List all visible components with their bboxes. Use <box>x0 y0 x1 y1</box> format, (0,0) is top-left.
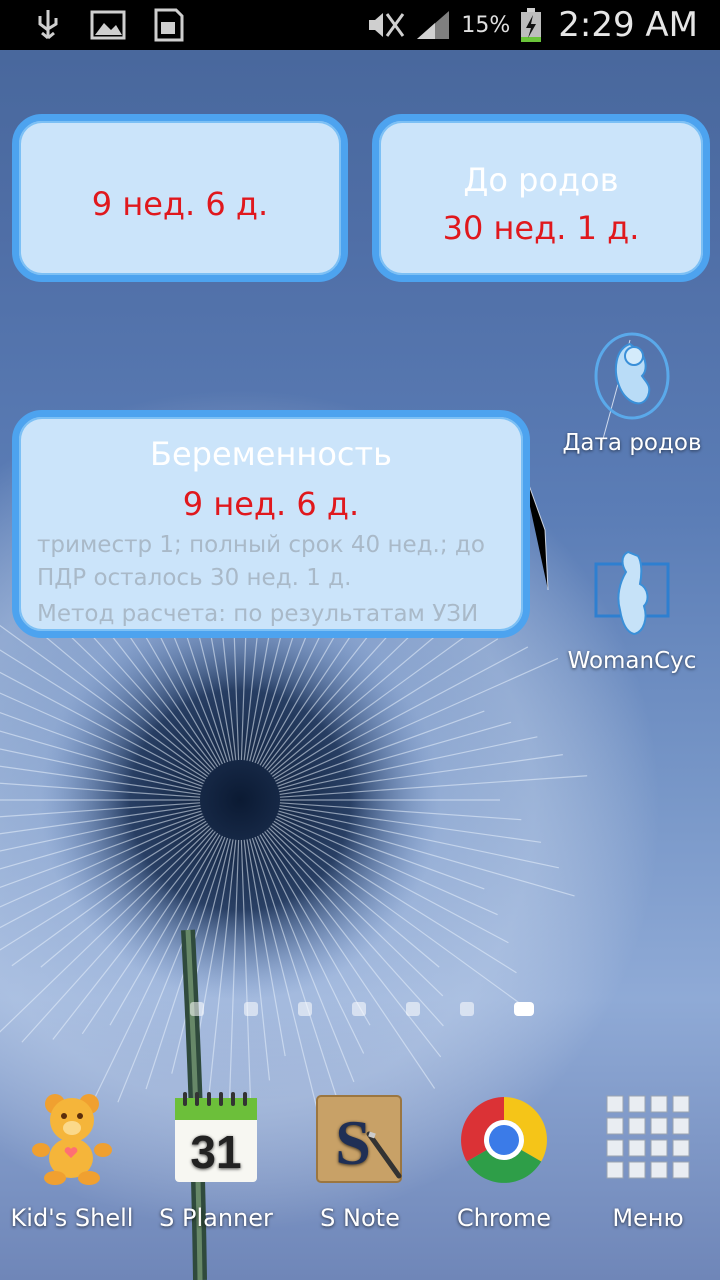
pregnancy-widget[interactable]: Беременность 9 нед. 6 д. триместр 1; пол… <box>12 410 530 638</box>
dock: Kid's Shell 31 S Planner S S Note Chrome… <box>0 1090 720 1270</box>
until-birth-title: До родов <box>463 161 619 199</box>
battery-charging-icon <box>521 8 542 42</box>
dock-s-note-label: S Note <box>320 1204 400 1232</box>
dock-s-planner[interactable]: 31 S Planner <box>144 1090 288 1232</box>
page-dot <box>460 1002 474 1016</box>
shortcut-birth-date-label: Дата родов <box>562 430 702 456</box>
until-birth-widget[interactable]: До родов 30 нед. 1 д. <box>372 114 710 282</box>
pregnancy-title: Беременность <box>150 435 392 473</box>
gallery-icon <box>90 10 126 40</box>
battery-percent: 15% <box>461 12 511 38</box>
calendar-day: 31 <box>190 1126 241 1178</box>
apps-grid-icon <box>606 1095 690 1179</box>
dock-kids-shell[interactable]: Kid's Shell <box>0 1090 144 1232</box>
signal-icon <box>417 11 450 39</box>
fetus-icon <box>594 332 670 420</box>
pregnancy-info: триместр 1; полный срок 40 нед.; до ПДР … <box>37 529 513 631</box>
chrome-icon <box>461 1097 547 1183</box>
dock-kids-shell-label: Kid's Shell <box>10 1204 134 1232</box>
term-value: 9 нед. 6 д. <box>91 185 269 223</box>
shortcut-womancyc[interactable]: WomanCyc <box>552 548 712 674</box>
s-note-icon: S <box>316 1095 402 1183</box>
pregnancy-details: триместр 1; полный срок 40 нед.; до ПДР … <box>37 532 485 591</box>
page-indicator <box>190 1002 540 1018</box>
dock-menu-label: Меню <box>612 1204 684 1232</box>
page-dot-active <box>514 1002 534 1016</box>
dock-s-planner-label: S Planner <box>159 1204 273 1232</box>
sd-card-icon <box>154 8 184 42</box>
teddy-bear-icon <box>32 1094 112 1185</box>
shortcut-womancyc-label: WomanCyc <box>567 648 697 674</box>
calculation-method: Метод расчета: по результатам УЗИ <box>37 601 479 627</box>
s-note-letter: S <box>335 1107 371 1178</box>
page-dot <box>190 1002 204 1016</box>
page-dot <box>244 1002 258 1016</box>
pregnant-woman-icon <box>594 550 670 636</box>
mute-icon <box>369 13 405 37</box>
pregnancy-value: 9 нед. 6 д. <box>182 485 360 523</box>
clock: 2:29 AM <box>558 5 698 45</box>
calendar-icon: 31 <box>175 1092 257 1182</box>
page-dot <box>406 1002 420 1016</box>
status-bar: 15% 2:29 AM <box>0 0 720 50</box>
dock-s-note[interactable]: S S Note <box>288 1090 432 1232</box>
page-dot <box>298 1002 312 1016</box>
page-dot <box>352 1002 366 1016</box>
until-birth-value: 30 нед. 1 д. <box>442 209 640 247</box>
shortcut-birth-date[interactable]: Дата родов <box>552 330 712 456</box>
dock-chrome-label: Chrome <box>456 1204 552 1232</box>
dock-chrome[interactable]: Chrome <box>432 1090 576 1232</box>
pregnancy-term-widget[interactable]: 9 нед. 6 д. <box>12 114 348 282</box>
dock-menu[interactable]: Меню <box>576 1090 720 1232</box>
usb-icon <box>38 10 58 40</box>
